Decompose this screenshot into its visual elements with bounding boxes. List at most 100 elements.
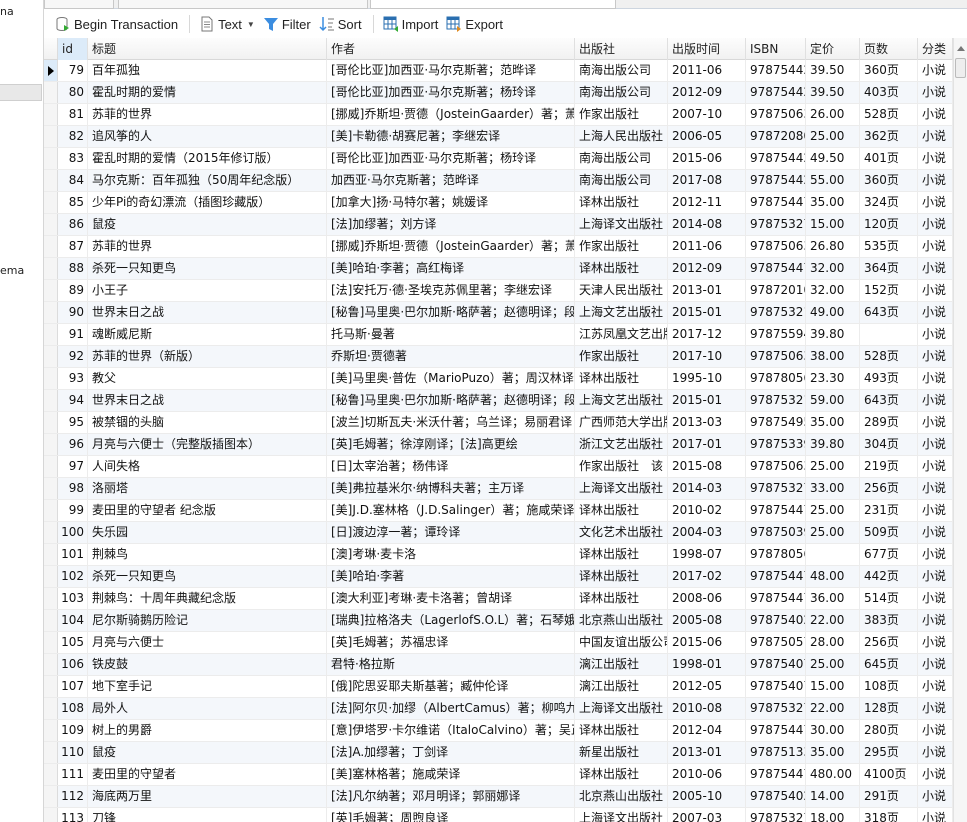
cell-pages[interactable]: 128页 — [860, 698, 918, 719]
cell-author[interactable]: [美]马里奥·普佐（MarioPuzo）著；周汉林译 — [327, 368, 575, 389]
row-selector[interactable] — [44, 390, 58, 411]
cell-price[interactable]: 38.00 — [806, 346, 860, 367]
cell-id[interactable]: 107 — [58, 676, 88, 697]
row-selector[interactable] — [44, 456, 58, 477]
cell-publish-date[interactable]: 2010-08 — [668, 698, 746, 719]
cell-id[interactable]: 112 — [58, 786, 88, 807]
cell-price[interactable] — [806, 544, 860, 565]
cell-publisher[interactable]: 南海出版公司 — [575, 82, 668, 103]
cell-pages[interactable]: 318页 — [860, 808, 918, 822]
cell-title[interactable]: 海底两万里 — [88, 786, 327, 807]
table-row[interactable]: 82 追风筝的人 [美]卡勒德·胡赛尼著；李继宏译 上海人民出版社 2006-05 978… — [44, 126, 953, 148]
cell-pages[interactable]: 442页 — [860, 566, 918, 587]
export-button[interactable]: Export — [443, 13, 506, 35]
cell-isbn[interactable]: 97875407 — [746, 654, 806, 675]
cell-title[interactable]: 世界末日之战 — [88, 390, 327, 411]
cell-publish-date[interactable]: 2015-01 — [668, 390, 746, 411]
cell-isbn[interactable]: 97875063 — [746, 346, 806, 367]
cell-author[interactable]: [哥伦比亚]加西亚·马尔克斯著；范晔译 — [327, 60, 575, 81]
cell-pages[interactable]: 304页 — [860, 434, 918, 455]
tab-active[interactable] — [370, 0, 616, 9]
cell-publish-date[interactable]: 2014-03 — [668, 478, 746, 499]
cell-pages[interactable]: 256页 — [860, 632, 918, 653]
cell-pages[interactable]: 256页 — [860, 478, 918, 499]
import-button[interactable]: Import — [380, 13, 442, 35]
row-selector[interactable] — [44, 434, 58, 455]
cell-title[interactable]: 洛丽塔 — [88, 478, 327, 499]
cell-title[interactable]: 树上的男爵 — [88, 720, 327, 741]
cell-isbn[interactable]: 97875327 — [746, 214, 806, 235]
cell-publisher[interactable]: 译林出版社 — [575, 764, 668, 785]
cell-author[interactable]: [秘鲁]马里奥·巴尔加斯·略萨著；赵德明译；段 — [327, 302, 575, 323]
cell-id[interactable]: 79 — [58, 60, 88, 81]
row-selector[interactable] — [44, 500, 58, 521]
cell-publish-date[interactable]: 2012-11 — [668, 192, 746, 213]
cell-title[interactable]: 马尔克斯：百年孤独（50周年纪念版） — [88, 170, 327, 191]
cell-publish-date[interactable]: 1998-01 — [668, 654, 746, 675]
table-row[interactable]: 101 荆棘鸟 [澳]考琳·麦卡洛 译林出版社 1998-07 97878056 677页小… — [44, 544, 953, 566]
cell-price[interactable]: 32.00 — [806, 258, 860, 279]
cell-title[interactable]: 失乐园 — [88, 522, 327, 543]
table-row[interactable]: 90 世界末日之战 [秘鲁]马里奥·巴尔加斯·略萨著；赵德明译；段 上海文艺出版社 20… — [44, 302, 953, 324]
cell-publisher[interactable]: 译林出版社 — [575, 258, 668, 279]
cell-isbn[interactable]: 97872010 — [746, 280, 806, 301]
cell-title[interactable]: 小王子 — [88, 280, 327, 301]
cell-publish-date[interactable]: 2017-01 — [668, 434, 746, 455]
cell-id[interactable]: 83 — [58, 148, 88, 169]
cell-isbn[interactable]: 97875321 — [746, 390, 806, 411]
cell-publisher[interactable]: 南海出版公司 — [575, 148, 668, 169]
cell-id[interactable]: 91 — [58, 324, 88, 345]
cell-pages[interactable]: 219页 — [860, 456, 918, 477]
cell-isbn[interactable]: 97875447 — [746, 764, 806, 785]
cell-title[interactable]: 荆棘鸟 — [88, 544, 327, 565]
cell-price[interactable]: 22.00 — [806, 610, 860, 631]
row-selector[interactable] — [44, 368, 58, 389]
cell-title[interactable]: 人间失格 — [88, 456, 327, 477]
cell-publish-date[interactable]: 2007-03 — [668, 808, 746, 822]
cell-title[interactable]: 鼠疫 — [88, 214, 327, 235]
cell-id[interactable]: 84 — [58, 170, 88, 191]
cell-price[interactable]: 25.00 — [806, 500, 860, 521]
cell-isbn[interactable]: 97875447 — [746, 258, 806, 279]
cell-id[interactable]: 108 — [58, 698, 88, 719]
cell-publish-date[interactable]: 2013-03 — [668, 412, 746, 433]
cell-price[interactable]: 25.00 — [806, 522, 860, 543]
cell-publisher[interactable]: 文化艺术出版社 — [575, 522, 668, 543]
cell-author[interactable]: [美]哈珀·李著 — [327, 566, 575, 587]
cell-author[interactable]: [美]塞林格著；施咸荣译 — [327, 764, 575, 785]
cell-author[interactable]: [俄]陀思妥耶夫斯基著；臧仲伦译 — [327, 676, 575, 697]
cell-price[interactable]: 49.00 — [806, 302, 860, 323]
cell-price[interactable]: 39.80 — [806, 434, 860, 455]
cell-pages[interactable]: 643页 — [860, 302, 918, 323]
cell-title[interactable]: 鼠疫 — [88, 742, 327, 763]
table-row[interactable]: 97 人间失格 [日]太宰治著；杨伟译 作家出版社 该 2015-08 97875063 2… — [44, 456, 953, 478]
row-selector[interactable] — [44, 104, 58, 125]
sidebar-selected-item[interactable] — [0, 84, 42, 101]
column-header-publisher[interactable]: 出版社 — [575, 38, 668, 60]
cell-price[interactable]: 15.00 — [806, 214, 860, 235]
cell-id[interactable]: 102 — [58, 566, 88, 587]
cell-publish-date[interactable]: 2008-06 — [668, 588, 746, 609]
cell-author[interactable]: [法]安托万·德·圣埃克苏佩里著；李继宏译 — [327, 280, 575, 301]
cell-category[interactable]: 小说 — [918, 632, 953, 653]
cell-price[interactable]: 59.00 — [806, 390, 860, 411]
row-selector[interactable] — [44, 60, 58, 81]
cell-price[interactable]: 39.80 — [806, 324, 860, 345]
cell-pages[interactable]: 152页 — [860, 280, 918, 301]
cell-price[interactable]: 55.00 — [806, 170, 860, 191]
cell-publisher[interactable]: 北京燕山出版社 — [575, 786, 668, 807]
cell-title[interactable]: 被禁锢的头脑 — [88, 412, 327, 433]
cell-pages[interactable]: 401页 — [860, 148, 918, 169]
cell-id[interactable]: 85 — [58, 192, 88, 213]
cell-pages[interactable]: 528页 — [860, 104, 918, 125]
sort-button[interactable]: Sort — [316, 13, 365, 35]
table-row[interactable]: 113 刀锋 [英]毛姆著；周煦良译 上海译文出版社 2007-03 97875327 18… — [44, 808, 953, 822]
cell-author[interactable]: [澳大利亚]考琳·麦卡洛著；曾胡译 — [327, 588, 575, 609]
table-row[interactable]: 102 杀死一只知更鸟 [美]哈珀·李著 译林出版社 2017-02 97875447 48… — [44, 566, 953, 588]
cell-publish-date[interactable]: 1998-07 — [668, 544, 746, 565]
cell-pages[interactable]: 677页 — [860, 544, 918, 565]
cell-pages[interactable]: 509页 — [860, 522, 918, 543]
cell-publish-date[interactable]: 2015-01 — [668, 302, 746, 323]
cell-id[interactable]: 93 — [58, 368, 88, 389]
cell-isbn[interactable]: 97875057 — [746, 632, 806, 653]
